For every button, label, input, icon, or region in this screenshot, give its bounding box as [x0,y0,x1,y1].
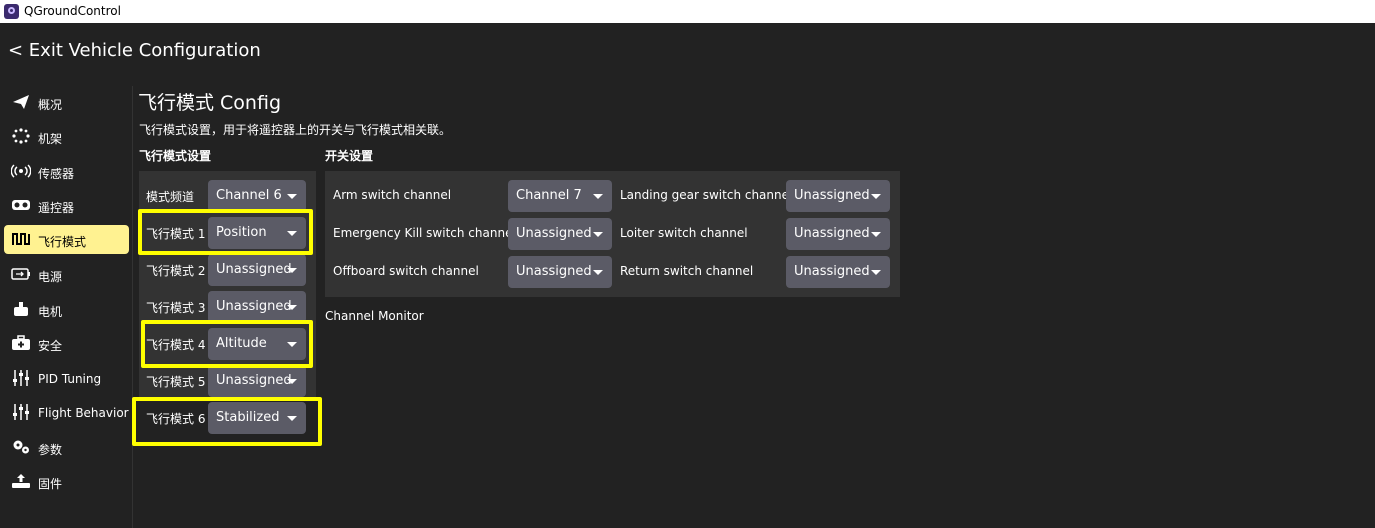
flight-mode-4-label: 飞行模式 4 [146,338,206,352]
chevron-down-icon [287,416,297,421]
combo-value: Unassigned [794,226,870,241]
chevron-down-icon [287,305,297,310]
window-title: QGroundControl [24,4,121,18]
mode-channel-combo[interactable]: Channel 6 [208,180,306,212]
combo-value: Unassigned [794,188,870,203]
sidebar: 概况 机架 传感器 遥控器 飞行模式 电源 电机 安全 PID Tuning F… [0,86,133,528]
qgc-app-icon [4,4,19,19]
sidebar-item-frame[interactable]: 机架 [4,122,129,151]
flight-mode-3-label: 飞行模式 3 [146,301,206,315]
chevron-down-icon [287,268,297,273]
loiter-switch-label: Loiter switch channel [620,226,748,240]
sidebar-item-flight-behavior[interactable]: Flight Behavior [4,398,129,427]
paper-plane-icon [11,94,31,110]
sidebar-item-summary[interactable]: 概况 [4,88,129,117]
arm-switch-combo[interactable]: Channel 7 [508,180,612,212]
sidebar-item-label: 飞行模式 [38,235,87,249]
emergency-kill-switch-label: Emergency Kill switch channel [333,226,516,240]
flight-mode-4-combo[interactable]: Altitude [208,328,306,360]
motor-icon [11,301,31,317]
sidebar-item-radio[interactable]: 遥控器 [4,191,129,220]
chevron-down-icon [287,379,297,384]
landing-gear-switch-label: Landing gear switch channel [620,188,793,202]
flight-mode-2-label: 飞行模式 2 [146,264,206,278]
sidebar-item-label: PID Tuning [38,372,102,386]
flight-mode-wave-icon [11,231,31,247]
offboard-switch-label: Offboard switch channel [333,264,479,278]
sliders-icon [11,404,31,420]
channel-monitor-label: Channel Monitor [325,309,424,323]
flight-mode-1-label: 飞行模式 1 [146,227,206,241]
sidebar-item-parameters[interactable]: 参数 [4,433,129,462]
firmware-upload-icon [11,473,31,489]
flight-mode-3-combo[interactable]: Unassigned [208,291,306,323]
arm-switch-label: Arm switch channel [333,188,452,202]
battery-icon [11,266,31,282]
sidebar-item-pid-tuning[interactable]: PID Tuning [4,364,129,393]
sidebar-item-label: Flight Behavior [38,406,129,420]
first-aid-kit-icon [11,335,31,351]
flight-mode-5-label: 飞行模式 5 [146,375,206,389]
chevron-down-icon [871,270,881,275]
sidebar-item-label: 机架 [38,132,63,146]
sidebar-item-label: 遥控器 [38,201,75,215]
sidebar-item-flight-modes[interactable]: 飞行模式 [4,225,129,254]
flight-mode-6-combo[interactable]: Stabilized [208,402,306,434]
combo-value: Unassigned [216,299,292,314]
sidebar-item-label: 电源 [38,270,63,284]
combo-value: Unassigned [216,373,292,388]
combo-value: Position [216,225,267,240]
sidebar-item-label: 概况 [38,98,63,112]
combo-value: Channel 6 [216,188,282,203]
page-title: 飞行模式 Config [138,92,282,114]
chevron-down-icon [871,194,881,199]
switch-settings-title: 开关设置 [325,149,374,163]
flight-mode-settings-title: 飞行模式设置 [139,149,212,163]
sidebar-item-label: 电机 [38,305,63,319]
flight-mode-6-label: 飞行模式 6 [146,412,206,426]
combo-value: Unassigned [794,264,870,279]
combo-value: Stabilized [216,410,280,425]
mode-channel-label: 模式频道 [146,190,195,204]
sidebar-item-sensors[interactable]: 传感器 [4,157,129,186]
sidebar-item-firmware[interactable]: 固件 [4,467,129,496]
combo-value: Unassigned [516,226,592,241]
combo-value: Altitude [216,336,267,351]
emergency-kill-switch-combo[interactable]: Unassigned [508,218,612,250]
chevron-down-icon [287,194,297,199]
sidebar-item-label: 参数 [38,443,63,457]
sidebar-item-power[interactable]: 电源 [4,260,129,289]
combo-value: Channel 7 [516,188,582,203]
sidebar-item-safety[interactable]: 安全 [4,329,129,358]
loiter-switch-combo[interactable]: Unassigned [786,218,890,250]
window-titlebar: QGroundControl [0,0,1375,23]
offboard-switch-combo[interactable]: Unassigned [508,256,612,288]
chevron-down-icon [287,342,297,347]
flight-mode-1-combo[interactable]: Position [208,217,306,249]
page-description: 飞行模式设置，用于将遥控器上的开关与飞行模式相关联。 [139,123,452,137]
gears-icon [11,439,31,455]
sliders-icon [11,370,31,386]
chevron-down-icon [287,231,297,236]
sidebar-item-label: 安全 [38,339,63,353]
exit-vehicle-config-button[interactable]: < Exit Vehicle Configuration [8,40,261,61]
frame-dots-icon [11,128,31,144]
return-switch-combo[interactable]: Unassigned [786,256,890,288]
sidebar-item-motors[interactable]: 电机 [4,295,129,324]
return-switch-label: Return switch channel [620,264,754,278]
chevron-down-icon [593,232,603,237]
sidebar-item-label: 固件 [38,477,63,491]
remote-control-icon [11,197,31,213]
combo-value: Unassigned [516,264,592,279]
chevron-down-icon [593,194,603,199]
sensor-waves-icon [11,163,31,179]
landing-gear-switch-combo[interactable]: Unassigned [786,180,890,212]
chevron-down-icon [593,270,603,275]
sidebar-item-label: 传感器 [38,167,75,181]
flight-mode-2-combo[interactable]: Unassigned [208,254,306,286]
combo-value: Unassigned [216,262,292,277]
flight-mode-5-combo[interactable]: Unassigned [208,365,306,397]
chevron-down-icon [871,232,881,237]
